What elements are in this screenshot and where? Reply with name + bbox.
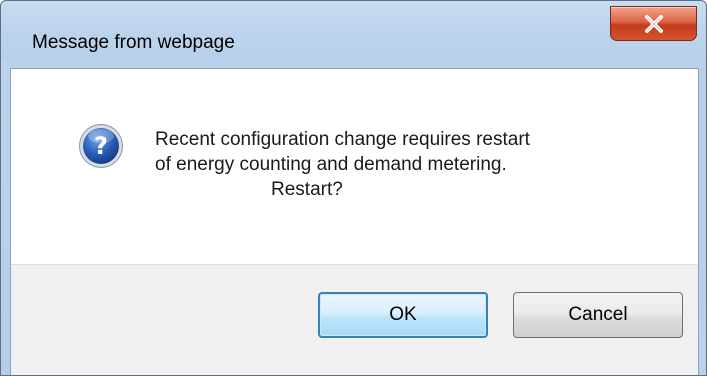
dialog-body: ? Recent configuration change requires r… [10,68,699,375]
dialog-title: Message from webpage [32,32,235,53]
close-x-icon [645,15,663,33]
close-button[interactable] [610,6,697,41]
dialog-window: Message from webpage ? Recent configurat… [0,0,707,376]
message-line-2: of energy counting and demand metering. [155,154,507,175]
cancel-button[interactable]: Cancel [513,292,683,338]
window-frame-left [1,61,10,375]
question-icon: ? [79,124,123,168]
dialog-message: Recent configuration change requires res… [155,127,625,202]
question-glyph: ? [94,132,108,160]
message-line-1: Recent configuration change requires res… [155,129,530,150]
message-area: ? Recent configuration change requires r… [11,69,698,264]
ok-button[interactable]: OK [318,292,488,338]
message-line-3: Restart? [271,179,343,200]
title-bar[interactable]: Message from webpage [1,1,706,75]
button-bar: OK Cancel [11,264,698,375]
